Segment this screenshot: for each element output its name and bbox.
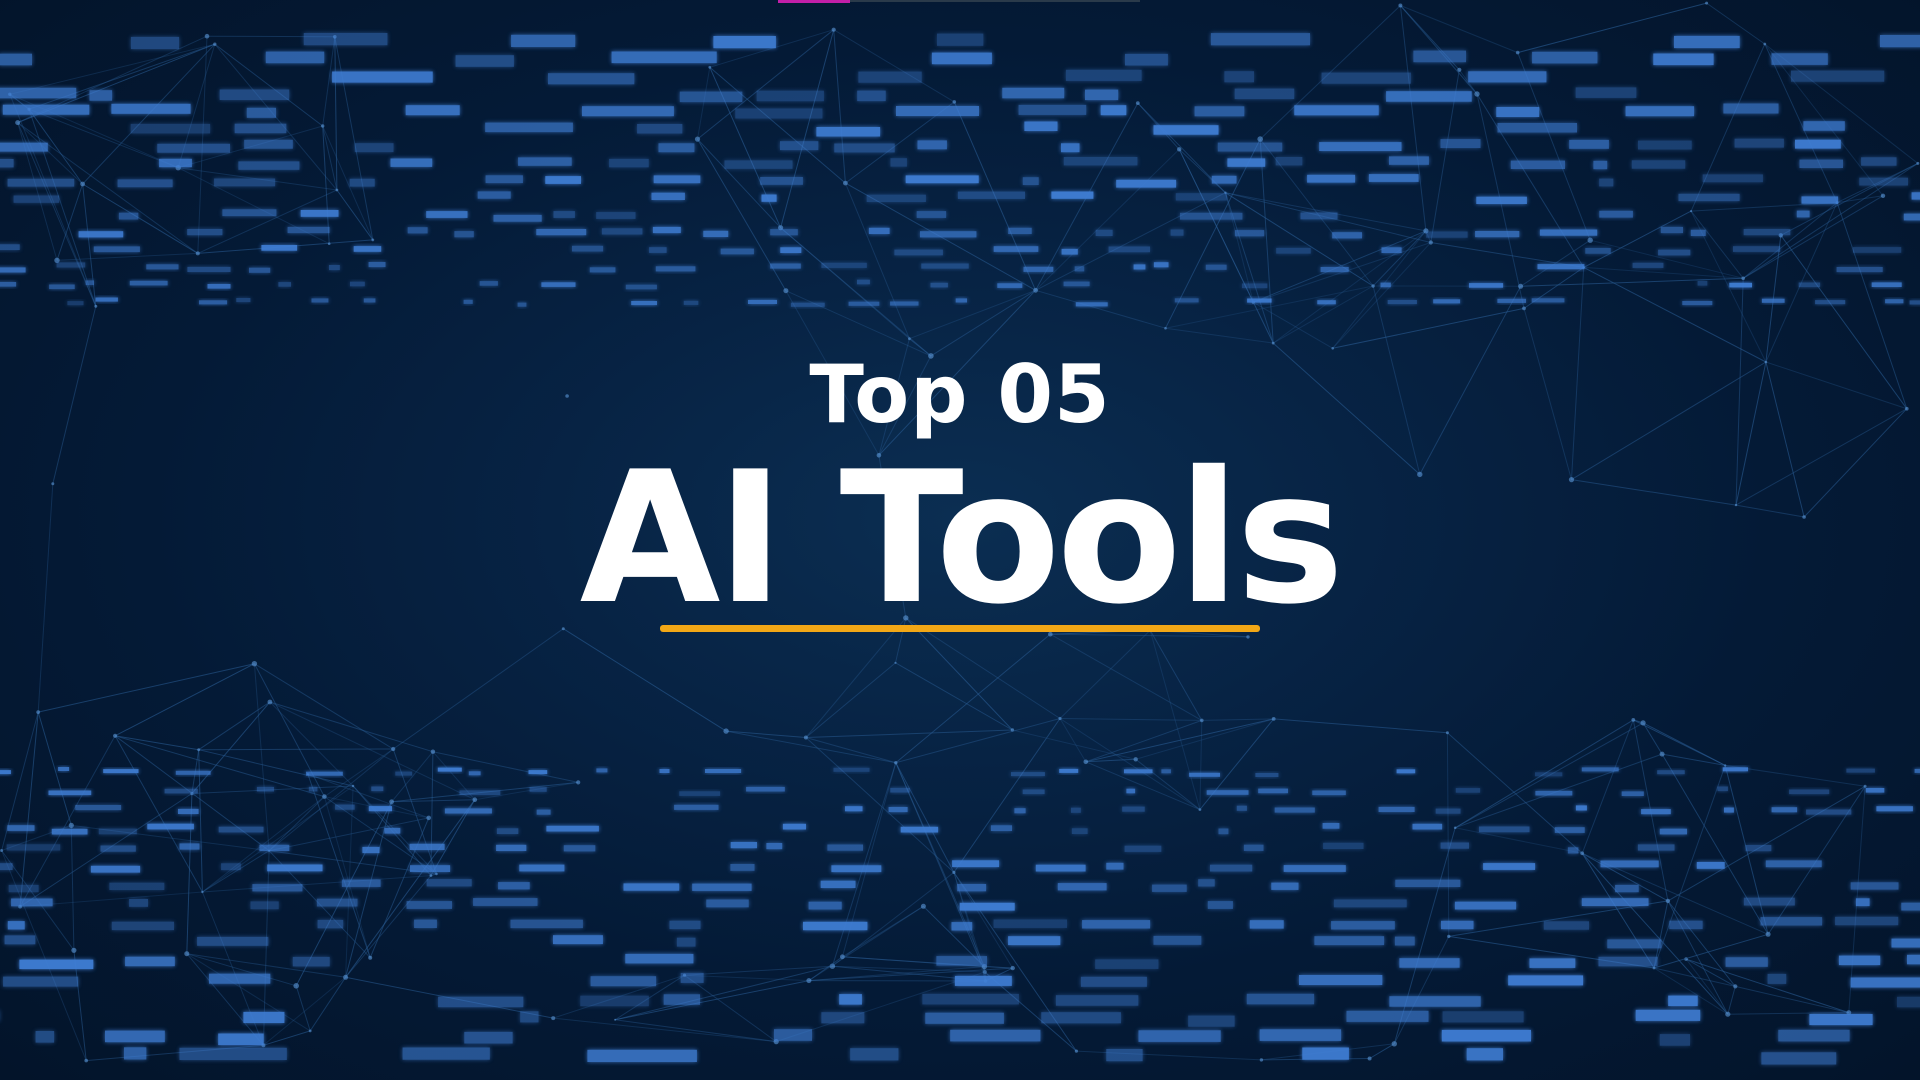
title-card: Top 05 AI Tools bbox=[0, 0, 1920, 1080]
title-block: Top 05 AI Tools bbox=[0, 0, 1920, 1080]
title-line-top: Top 05 bbox=[809, 348, 1111, 441]
title-underline bbox=[660, 625, 1260, 632]
title-line-main: AI Tools bbox=[579, 432, 1345, 644]
